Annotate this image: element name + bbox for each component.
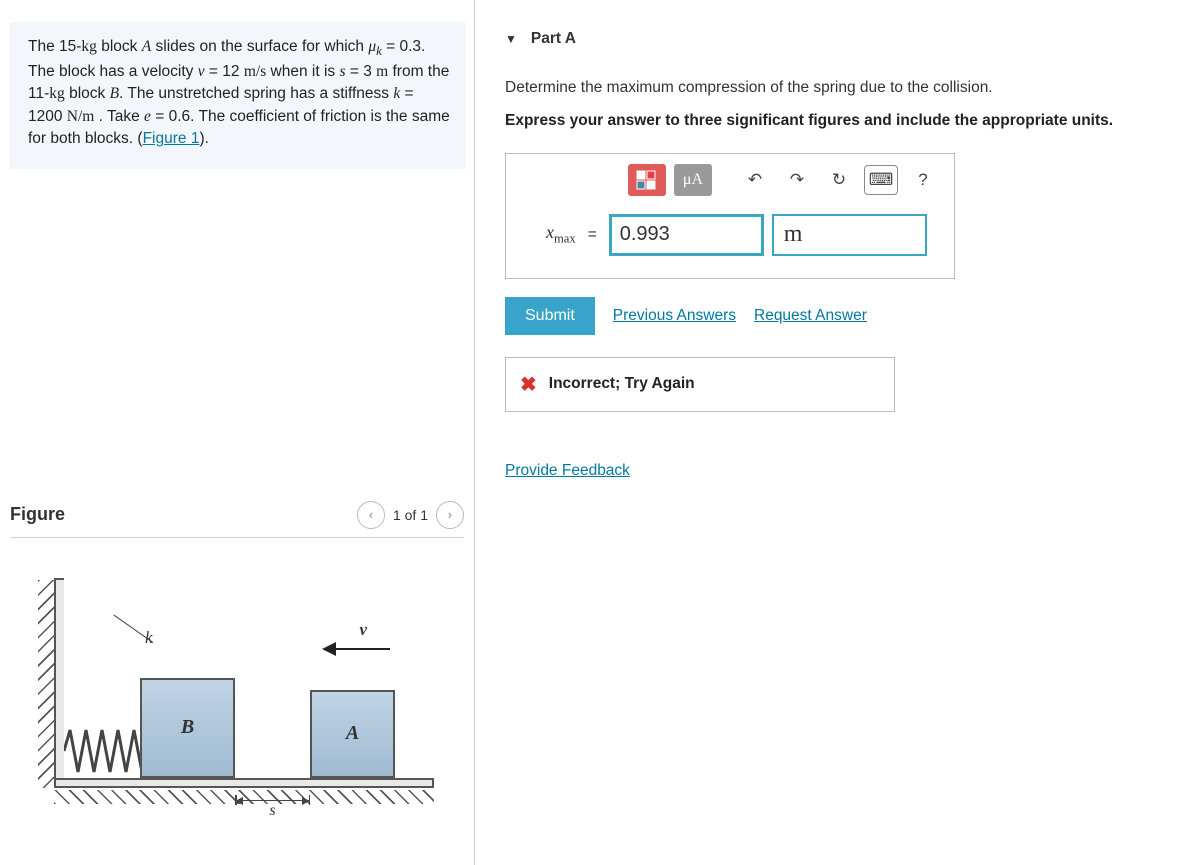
part-a-header[interactable]: ▼ Part A <box>505 20 1180 48</box>
reset-button[interactable]: ↻ <box>822 165 856 195</box>
figure-counter: 1 of 1 <box>393 507 428 523</box>
block-a: A <box>310 690 395 778</box>
part-a-hint: Express your answer to three significant… <box>505 109 1180 132</box>
figure-link[interactable]: Figure 1 <box>143 130 200 147</box>
templates-button[interactable] <box>628 164 666 196</box>
problem-statement: The 15-kg block A slides on the surface … <box>10 22 466 169</box>
answer-value-input[interactable] <box>609 214 764 256</box>
part-a-prompt: Determine the maximum compression of the… <box>505 76 1180 99</box>
spring-k-label: k <box>145 628 153 648</box>
request-answer-link[interactable]: Request Answer <box>754 307 867 325</box>
redo-button[interactable]: ↷ <box>780 165 814 195</box>
feedback-message: ✖ Incorrect; Try Again <box>505 357 895 412</box>
distance-s-label: s <box>235 800 310 820</box>
equals-label: = <box>588 226 597 244</box>
undo-button[interactable]: ↶ <box>738 165 772 195</box>
previous-answers-link[interactable]: Previous Answers <box>613 307 736 325</box>
figure-diagram: k B A v s <box>30 568 450 828</box>
help-button[interactable]: ? <box>906 165 940 195</box>
figure-title: Figure <box>10 504 65 525</box>
answer-unit-input[interactable]: m <box>772 214 927 256</box>
submit-button[interactable]: Submit <box>505 297 595 335</box>
keyboard-button[interactable]: ⌨ <box>864 165 898 195</box>
provide-feedback-link[interactable]: Provide Feedback <box>505 462 630 479</box>
velocity-arrow: v <box>322 628 397 658</box>
collapse-icon: ▼ <box>505 32 517 46</box>
figure-prev-button[interactable]: ‹ <box>357 501 385 529</box>
figure-next-button[interactable]: › <box>436 501 464 529</box>
block-b: B <box>140 678 235 778</box>
incorrect-icon: ✖ <box>520 372 537 397</box>
answer-panel: μA ↶ ↷ ↻ ⌨ ? xmax = m <box>505 153 955 279</box>
units-button[interactable]: μA <box>674 164 712 196</box>
answer-variable-label: xmax <box>546 222 576 247</box>
